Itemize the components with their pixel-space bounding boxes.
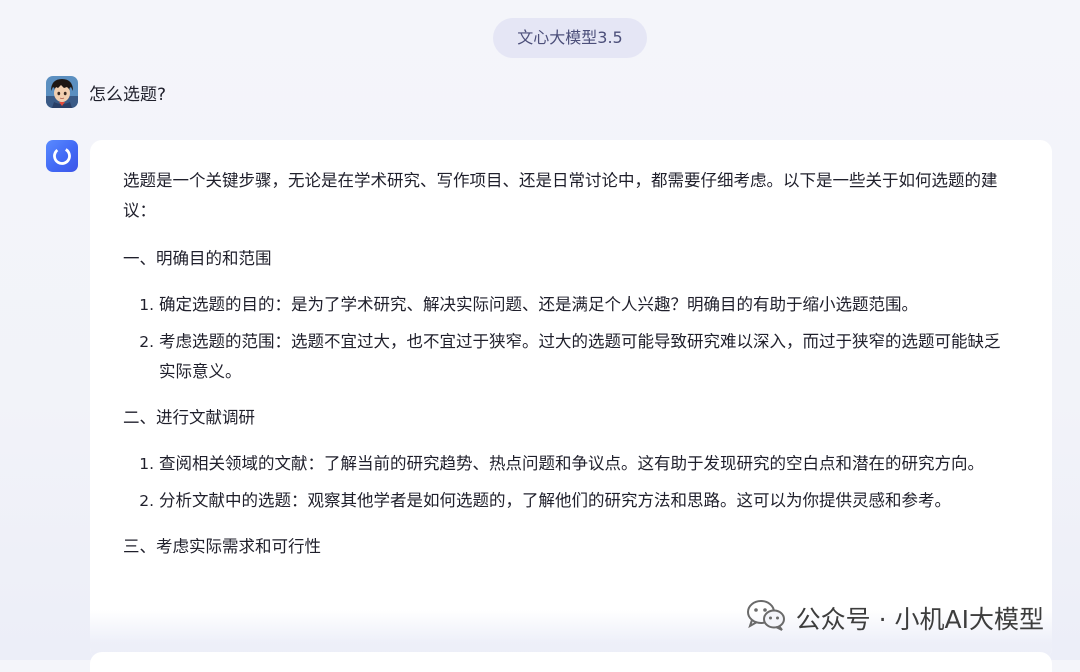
user-message: 怎么选题? bbox=[46, 76, 166, 108]
user-question-text: 怎么选题? bbox=[89, 84, 167, 105]
assistant-answer-card: 选题是一个关键步骤，无论是在学术研究、写作项目、还是日常讨论中，都需要仔细考虑。… bbox=[90, 140, 1052, 660]
section-heading: 三、考虑实际需求和可行性 bbox=[123, 537, 321, 556]
list-item: 考虑选题的范围：选题不宜过大，也不宜过于狭窄。过大的选题可能导致研究难以深入，而… bbox=[159, 327, 1012, 387]
section-list: 确定选题的目的：是为了学术研究、解决实际问题、还是满足个人兴趣？明确目的有助于缩… bbox=[123, 290, 1012, 387]
watermark: 公众号 · 小机AI大模型 bbox=[746, 599, 1044, 637]
list-item: 分析文献中的选题：观察其他学者是如何选题的，了解他们的研究方法和思路。这可以为你… bbox=[159, 486, 1012, 516]
list-item: 查阅相关领域的文献：了解当前的研究趋势、热点问题和争议点。这有助于发现研究的空白… bbox=[159, 449, 1012, 479]
ernie-bot-icon bbox=[46, 140, 78, 172]
watermark-text: 公众号 · 小机AI大模型 bbox=[795, 605, 1044, 634]
wechat-icon bbox=[746, 599, 786, 637]
list-item: 确定选题的目的：是为了学术研究、解决实际问题、还是满足个人兴趣？明确目的有助于缩… bbox=[159, 290, 1012, 320]
assistant-answer-content: 选题是一个关键步骤，无论是在学术研究、写作项目、还是日常讨论中，都需要仔细考虑。… bbox=[90, 140, 1052, 562]
next-message-card bbox=[90, 652, 1052, 672]
model-name-badge: 文心大模型3.5 bbox=[493, 18, 647, 58]
section-list: 查阅相关领域的文献：了解当前的研究趋势、热点问题和争议点。这有助于发现研究的空白… bbox=[123, 449, 1012, 516]
answer-intro: 选题是一个关键步骤，无论是在学术研究、写作项目、还是日常讨论中，都需要仔细考虑。… bbox=[123, 171, 998, 220]
user-avatar bbox=[46, 76, 78, 108]
section-heading: 二、进行文献调研 bbox=[123, 408, 255, 427]
section-heading: 一、明确目的和范围 bbox=[123, 249, 272, 268]
